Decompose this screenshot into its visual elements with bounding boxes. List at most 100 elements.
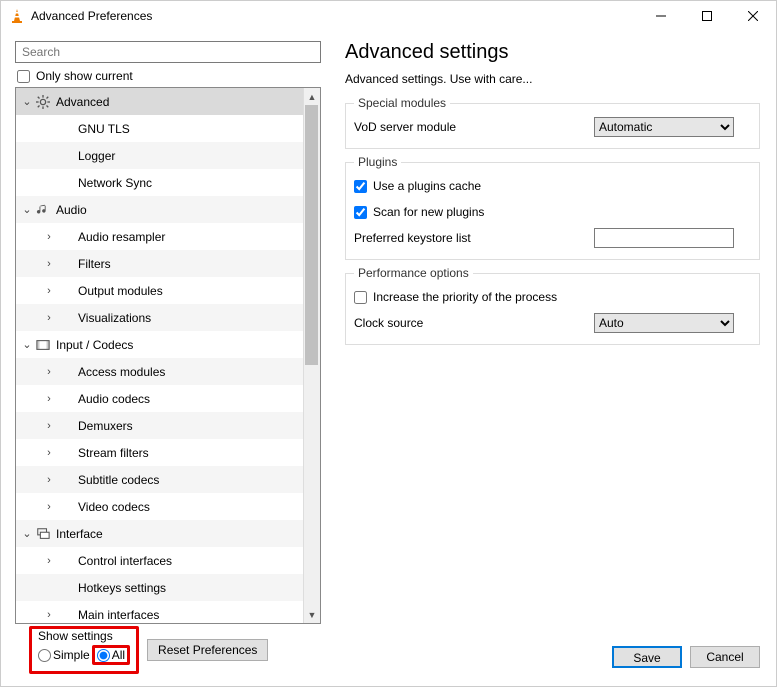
chevron-right-icon[interactable]: › [42, 393, 56, 405]
dialog-footer: Save Cancel [345, 640, 760, 678]
tree-item-label: Audio [52, 203, 87, 217]
scroll-down-button[interactable]: ▼ [304, 606, 320, 623]
tree-item-demuxers[interactable]: › Demuxers [16, 412, 303, 439]
window-controls [638, 1, 776, 31]
chevron-right-icon[interactable]: › [42, 312, 56, 324]
chevron-right-icon[interactable]: › [42, 501, 56, 513]
radio-all-input[interactable] [97, 649, 110, 662]
tree-item-label: Network Sync [74, 176, 152, 190]
page-subtitle: Advanced settings. Use with care... [345, 72, 760, 86]
tree-viewport[interactable]: ⌄ Advanced GNU TLS Logger Network Sync ⌄ Audio… [16, 88, 303, 623]
maximize-button[interactable] [684, 1, 730, 31]
tree-item-output-modules[interactable]: › Output modules [16, 277, 303, 304]
tree-item-network-sync[interactable]: Network Sync [16, 169, 303, 196]
group-special-modules: Special modules VoD server module Automa… [345, 96, 760, 149]
radio-simple-input[interactable] [38, 649, 51, 662]
cache-label: Use a plugins cache [373, 179, 481, 193]
priority-label: Increase the priority of the process [373, 290, 557, 304]
save-button[interactable]: Save [612, 646, 682, 668]
tree-item-subtitle-codecs[interactable]: › Subtitle codecs [16, 466, 303, 493]
chevron-down-icon[interactable]: ⌄ [20, 527, 34, 540]
page-title: Advanced settings [345, 41, 760, 64]
tree-item-video-codecs[interactable]: ›Video codecs [16, 493, 303, 520]
tree-item-audio[interactable]: ⌄ Audio [16, 196, 303, 223]
cache-checkbox[interactable] [354, 180, 367, 193]
clock-select[interactable]: Auto [594, 313, 734, 333]
left-footer: Show settings Simple All Reset Preferenc… [15, 624, 335, 682]
legend-plugins: Plugins [354, 155, 401, 169]
search-input[interactable] [15, 41, 321, 63]
keystore-input[interactable] [594, 228, 734, 248]
tree-item-label: Control interfaces [74, 554, 172, 568]
group-plugins: Plugins Use a plugins cache Scan for new… [345, 155, 760, 260]
close-button[interactable] [730, 1, 776, 31]
tree-item-label: Main interfaces [74, 608, 159, 622]
tree-item-label: Subtitle codecs [74, 473, 159, 487]
vod-select[interactable]: Automatic [594, 117, 734, 137]
reset-preferences-button[interactable]: Reset Preferences [147, 639, 268, 661]
tree-item-label: Stream filters [74, 446, 149, 460]
chevron-right-icon[interactable]: › [42, 609, 56, 621]
radio-all[interactable]: All [97, 648, 125, 662]
tree-item-label: Audio codecs [74, 392, 150, 406]
tree-item-label: GNU TLS [74, 122, 130, 136]
settings-tree: ⌄ Advanced GNU TLS Logger Network Sync ⌄ Audio… [15, 87, 321, 624]
scroll-up-button[interactable]: ▲ [304, 88, 320, 105]
scrollbar[interactable]: ▲ ▼ [303, 88, 320, 623]
cancel-button[interactable]: Cancel [690, 646, 760, 668]
tree-item-audio-resampler[interactable]: › Audio resampler [16, 223, 303, 250]
chevron-right-icon[interactable]: › [42, 474, 56, 486]
tree-item-label: Access modules [74, 365, 165, 379]
chevron-right-icon[interactable]: › [42, 366, 56, 378]
tree-item-filters[interactable]: › Filters [16, 250, 303, 277]
minimize-button[interactable] [638, 1, 684, 31]
tree-item-main-interfaces[interactable]: › Main interfaces [16, 601, 303, 623]
tree-item-label: Hotkeys settings [74, 581, 166, 595]
chevron-right-icon[interactable]: › [42, 285, 56, 297]
vlc-cone-icon [9, 8, 25, 24]
show-settings-group: Show settings Simple All [29, 626, 139, 674]
chevron-down-icon[interactable]: ⌄ [20, 203, 34, 216]
tree-item-label: Audio resampler [74, 230, 165, 244]
tree-item-label: Filters [74, 257, 111, 271]
radio-all-highlight: All [92, 645, 130, 665]
chevron-down-icon[interactable]: ⌄ [20, 338, 34, 351]
tree-item-hotkeys-settings[interactable]: Hotkeys settings [16, 574, 303, 601]
right-pane: Advanced settings Advanced settings. Use… [337, 31, 776, 686]
priority-checkbox[interactable] [354, 291, 367, 304]
only-show-current[interactable]: Only show current [15, 69, 335, 83]
tree-item-label: Advanced [52, 95, 109, 109]
chevron-right-icon[interactable]: › [42, 555, 56, 567]
tree-item-logger[interactable]: Logger [16, 142, 303, 169]
chevron-right-icon[interactable]: › [42, 420, 56, 432]
scan-checkbox[interactable] [354, 206, 367, 219]
tree-item-advanced[interactable]: ⌄ Advanced [16, 88, 303, 115]
legend-special-modules: Special modules [354, 96, 450, 110]
tree-item-access-modules[interactable]: › Access modules [16, 358, 303, 385]
tree-item-gnu-tls[interactable]: GNU TLS [16, 115, 303, 142]
audio-icon [34, 203, 52, 217]
left-pane: Only show current ⌄ Advanced GNU TLS Logger… [1, 31, 337, 686]
tree-item-label: Input / Codecs [52, 338, 133, 352]
chevron-right-icon[interactable]: › [42, 231, 56, 243]
chevron-down-icon[interactable]: ⌄ [20, 95, 34, 108]
tree-item-label: Interface [52, 527, 103, 541]
scan-label: Scan for new plugins [373, 205, 484, 219]
iface-icon [34, 527, 52, 541]
tree-item-label: Demuxers [74, 419, 133, 433]
tree-item-audio-codecs[interactable]: › Audio codecs [16, 385, 303, 412]
tree-item-input-codecs[interactable]: ⌄ Input / Codecs [16, 331, 303, 358]
only-show-current-label: Only show current [36, 69, 133, 83]
titlebar: Advanced Preferences [1, 1, 776, 31]
radio-simple[interactable]: Simple [38, 648, 90, 662]
tree-item-interface[interactable]: ⌄ Interface [16, 520, 303, 547]
tree-item-label: Output modules [74, 284, 163, 298]
gear-icon [34, 95, 52, 109]
scroll-thumb[interactable] [305, 105, 318, 365]
chevron-right-icon[interactable]: › [42, 258, 56, 270]
chevron-right-icon[interactable]: › [42, 447, 56, 459]
tree-item-stream-filters[interactable]: › Stream filters [16, 439, 303, 466]
tree-item-control-interfaces[interactable]: › Control interfaces [16, 547, 303, 574]
only-show-current-checkbox[interactable] [17, 70, 30, 83]
tree-item-visualizations[interactable]: ›Visualizations [16, 304, 303, 331]
